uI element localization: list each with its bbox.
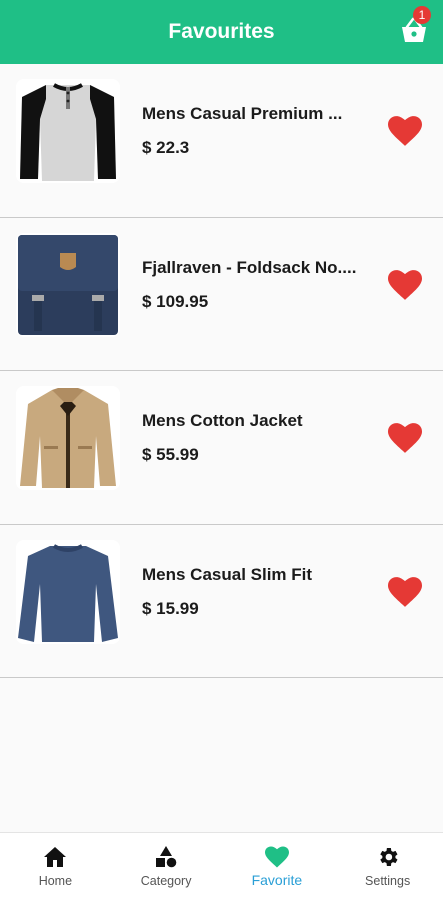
list-item[interactable]: Mens Cotton Jacket $ 55.99 — [0, 371, 443, 525]
gear-icon — [379, 848, 398, 866]
nav-item-category[interactable]: Category — [111, 833, 222, 900]
heart-icon[interactable] — [388, 269, 422, 300]
page-title: Favourites — [168, 20, 275, 43]
heart-icon[interactable] — [388, 116, 422, 146]
category-icon — [156, 846, 177, 868]
nav-item-settings[interactable]: Settings — [332, 833, 443, 900]
app-bar: Favourites 1 — [0, 0, 443, 64]
list-item[interactable]: Fjallraven - Foldsack No.... $ 109.95 — [0, 217, 443, 371]
nav-label-favorite: Favorite — [251, 872, 303, 888]
heart-icon — [264, 846, 289, 868]
product-price: $ 22.3 — [142, 138, 190, 157]
product-image — [16, 539, 120, 644]
product-title: Fjallraven - Foldsack No.... — [142, 257, 357, 277]
home-icon — [44, 847, 67, 867]
product-image — [16, 232, 120, 337]
list-item[interactable]: Mens Casual Premium ... $ 22.3 — [0, 64, 443, 218]
list-item[interactable]: Mens Casual Slim Fit $ 15.99 — [0, 524, 443, 678]
heart-icon[interactable] — [388, 423, 422, 453]
nav-label-settings: Settings — [365, 874, 411, 888]
product-price: $ 109.95 — [142, 291, 209, 311]
product-title: Mens Cotton Jacket — [142, 411, 303, 430]
product-price: $ 15.99 — [142, 598, 199, 618]
cart-badge: 1 — [413, 6, 431, 24]
product-image — [16, 79, 120, 183]
product-price: $ 55.99 — [142, 445, 199, 464]
product-image — [16, 386, 120, 490]
favorites-list: Mens Casual Premium ... $ 22.3 Fjallrave… — [0, 64, 443, 678]
product-title: Mens Casual Slim Fit — [142, 564, 313, 584]
product-title: Mens Casual Premium ... — [142, 104, 343, 123]
nav-item-favorite[interactable]: Favorite — [222, 833, 333, 900]
bottom-navigation: Home Category Favorite Settings — [0, 832, 443, 900]
cart-button[interactable]: 1 — [399, 6, 431, 44]
nav-item-home[interactable]: Home — [0, 833, 111, 900]
heart-icon[interactable] — [388, 576, 422, 607]
nav-label-category: Category — [140, 874, 192, 888]
nav-label-home: Home — [38, 874, 73, 888]
